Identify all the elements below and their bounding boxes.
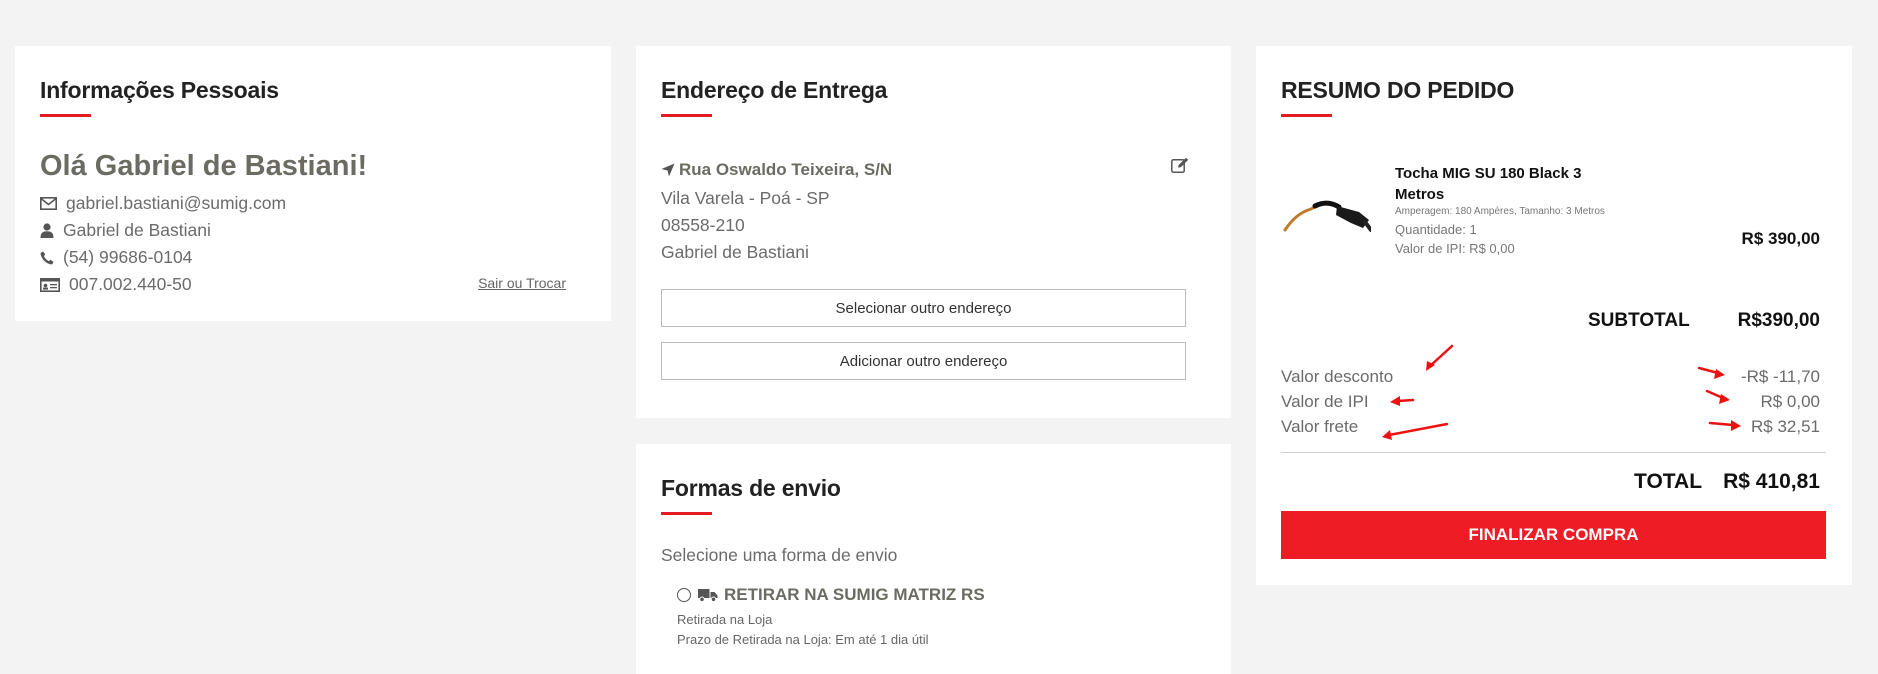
title-underline	[40, 114, 91, 117]
shipping-option[interactable]: RETIRAR NA SUMIG MATRIZ RS	[698, 585, 985, 605]
total-label: TOTAL	[1634, 470, 1703, 493]
address-title: Endereço de Entrega	[661, 77, 888, 103]
product-quantity: Quantidade: 1	[1395, 222, 1477, 237]
discount-label: Valor desconto	[1281, 367, 1394, 386]
shipping-option-deadline: Prazo de Retirada na Loja: Em até 1 dia …	[677, 632, 929, 647]
name-value: Gabriel de Bastiani	[63, 220, 211, 240]
checkout-button[interactable]: FINALIZAR COMPRA	[1281, 511, 1826, 559]
user-icon	[40, 223, 54, 238]
phone-value: (54) 99686-0104	[63, 247, 193, 267]
order-summary-card: RESUMO DO PEDIDO Tocha MIG SU 180 Black …	[1256, 46, 1852, 585]
personal-info-card: Informações Pessoais Olá Gabriel de Bast…	[15, 46, 611, 321]
document-value: 007.002.440-50	[69, 274, 192, 294]
freight-value: R$ 32,51	[1751, 417, 1820, 436]
ipi-label: Valor de IPI	[1281, 392, 1369, 411]
freight-label: Valor frete	[1281, 417, 1359, 436]
product-image	[1283, 200, 1371, 232]
id-card-icon	[40, 277, 60, 292]
logout-link[interactable]: Sair ou Trocar	[478, 275, 566, 291]
document-row: 007.002.440-50	[40, 274, 192, 295]
phone-row: (54) 99686-0104	[40, 247, 192, 268]
truck-icon	[698, 589, 718, 602]
summary-divider	[1281, 452, 1826, 453]
shipping-prompt: Selecione uma forma de envio	[661, 545, 898, 565]
email-row: gabriel.bastiani@sumig.com	[40, 193, 286, 214]
title-underline	[661, 512, 712, 515]
product-specs: Amperagem: 180 Ampères, Tamanho: 3 Metro…	[1395, 206, 1605, 217]
title-underline	[1281, 114, 1332, 117]
discount-value: -R$ -11,70	[1740, 367, 1820, 386]
title-underline	[661, 114, 712, 117]
product-ipi: Valor de IPI: R$ 0,00	[1395, 241, 1515, 256]
subtotal-value: R$390,00	[1737, 310, 1820, 331]
add-address-button[interactable]: Adicionar outro endereço	[661, 342, 1186, 380]
phone-icon	[40, 251, 54, 264]
edit-icon[interactable]	[1171, 157, 1189, 178]
greeting: Olá Gabriel de Bastiani!	[40, 150, 368, 182]
address-zip: 08558-210	[661, 215, 745, 235]
address-street-row: Rua Oswaldo Teixeira, S/N	[661, 160, 892, 180]
summary-title: RESUMO DO PEDIDO	[1281, 77, 1515, 103]
shipping-methods-card: Formas de envio Selecione uma forma de e…	[636, 444, 1231, 674]
address-district: Vila Varela - Poá - SP	[661, 188, 830, 208]
address-recipient: Gabriel de Bastiani	[661, 242, 809, 262]
shipping-option-label: RETIRAR NA SUMIG MATRIZ RS	[724, 585, 985, 604]
envelope-icon	[40, 197, 57, 210]
product-price: R$ 390,00	[1741, 229, 1820, 248]
select-address-button[interactable]: Selecionar outro endereço	[661, 289, 1186, 327]
location-arrow-icon	[661, 163, 675, 177]
name-row: Gabriel de Bastiani	[40, 220, 211, 241]
ipi-value: R$ 0,00	[1760, 392, 1820, 411]
shipping-option-radio[interactable]	[677, 588, 691, 602]
shipping-title: Formas de envio	[661, 475, 841, 501]
delivery-address-card: Endereço de Entrega Rua Oswaldo Teixeira…	[636, 46, 1231, 418]
product-name: Tocha MIG SU 180 Black 3 Metros	[1395, 165, 1582, 203]
email-value: gabriel.bastiani@sumig.com	[66, 193, 287, 213]
shipping-option-type: Retirada na Loja	[677, 612, 773, 627]
address-street: Rua Oswaldo Teixeira, S/N	[679, 160, 893, 179]
personal-info-title: Informações Pessoais	[40, 77, 279, 103]
subtotal-label: SUBTOTAL	[1588, 310, 1690, 331]
total-value: R$ 410,81	[1723, 470, 1820, 493]
